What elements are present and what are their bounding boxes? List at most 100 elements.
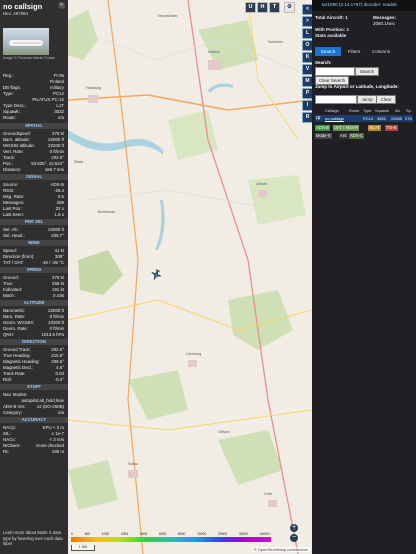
search-label: Search: [315, 60, 332, 65]
with-position: With Position: 1 [315, 27, 349, 32]
map-canvas [68, 0, 312, 554]
zoom-out-button[interactable]: − [290, 534, 298, 542]
close-icon[interactable]: × [58, 2, 65, 9]
info-value: 186 m [51, 449, 64, 454]
settings-icon[interactable]: ⚙ [284, 2, 295, 13]
info-label: Last Seen: [3, 212, 24, 217]
info-row: Rc: 186 m [3, 449, 64, 455]
total-aircraft: Total Aircraft: 1 [315, 15, 348, 20]
aircraft-list-panel: tar1090 (3.14.1767) decoder: readsb Tota… [312, 0, 416, 554]
info-label: Distance: [3, 167, 22, 172]
city-label: Hamburg [86, 86, 101, 90]
plane-wing-image [13, 42, 41, 44]
zoom-in-button[interactable]: + [290, 524, 298, 532]
city-label: Lübeck [208, 50, 220, 54]
col-callsign[interactable]: Callsign [325, 108, 339, 114]
info-row: Route: n/a [3, 115, 64, 121]
info-label: QNH: [3, 332, 14, 337]
table-row[interactable]: 🇫🇮 no callsign PC12 3522 22000 275 [315, 115, 413, 122]
scale-bar: 1 NM [71, 545, 95, 551]
clear-jump-button[interactable]: Clear [376, 95, 396, 104]
search-button[interactable]: Search [355, 67, 379, 76]
col-type[interactable]: Type [363, 108, 371, 114]
section-header: SPATIAL [0, 123, 68, 129]
info-value: 1.6 s [54, 212, 64, 217]
map-button-h[interactable]: H [257, 2, 268, 13]
info-label: Roll: [3, 377, 12, 382]
col-route[interactable]: Route [349, 108, 359, 114]
city-label: Celle [264, 492, 273, 496]
info-row: Last Seen: 1.6 s [3, 212, 64, 218]
info-label: Rc: [3, 449, 10, 454]
city-label: Soltau [128, 462, 139, 466]
hex-id: Hex: 467894 [3, 11, 28, 16]
section-header: FMS SEL [0, 219, 68, 225]
city-label: Schwerin [268, 40, 283, 44]
info-value: n/a [57, 115, 64, 120]
info-row: Category: n/a [3, 410, 64, 416]
info-label: Route: [3, 115, 16, 120]
search-input[interactable] [315, 67, 355, 76]
jump-label: Jump to Airport or Latitude, Longitude: [315, 84, 399, 89]
source-ais: AIS [339, 133, 348, 139]
section-header: ALTITUDE [0, 300, 68, 306]
messages-label: Messages: [373, 15, 397, 20]
city-label: Neumünster [158, 14, 178, 18]
source-uat: UAT / ADS-R [333, 125, 360, 131]
tab-filters[interactable]: Filters [342, 47, 366, 56]
jump-input[interactable] [315, 95, 357, 104]
col-speed[interactable]: Sp. [406, 108, 412, 114]
map-button-t[interactable]: T [269, 2, 280, 13]
aircraft-icon[interactable] [149, 268, 162, 281]
col-altitude[interactable]: Alt. [395, 108, 401, 114]
section-header: ACCURACY [0, 417, 68, 423]
row-type: PC12 [363, 116, 374, 121]
source-modes: Mode-S [315, 133, 332, 139]
aircraft-photo[interactable] [3, 28, 49, 55]
info-label: Sel. Head.: [3, 233, 25, 238]
flag-icon: 🇫🇮 [316, 116, 321, 120]
info-value: -19 / -29 °C [41, 260, 65, 265]
row-callsign[interactable]: no callsign [325, 115, 344, 122]
message-rate: 2050.1/sec [373, 21, 396, 26]
info-row: TAT / OAT: -19 / -29 °C [3, 260, 64, 266]
info-label: Category: [3, 410, 23, 415]
info-value: 166.7 nmi [44, 167, 64, 172]
city-label: Gifhorn [218, 430, 230, 434]
callsign: no callsign [3, 2, 43, 11]
row-squawk: 3522 [377, 116, 386, 121]
learn-more-text: Learn more about Mode S data type by hov… [3, 530, 63, 546]
info-row: QNH: 1013.6 hPa [3, 332, 64, 338]
version-line[interactable]: tar1090 (3.14.1767) decoder: readsb [322, 2, 397, 7]
toggle-button-bar: < > L O K V M P I R [301, 0, 313, 554]
tab-search[interactable]: Search [315, 47, 341, 56]
section-header: STUFF [0, 384, 68, 390]
section-header: WIND [0, 240, 68, 246]
map-view[interactable]: Lübeck Hamburg Lüneburg Schwerin Stade B… [68, 0, 312, 554]
info-label: TAT / OAT: [3, 260, 24, 265]
aircraft-info-panel: no callsign Hex: 467894 × Image © Floren… [0, 0, 68, 554]
info-value: -0.4° [54, 377, 64, 382]
col-squawk[interactable]: Squawk [375, 108, 389, 114]
photo-credit: Image © Florencio Martin Rodan [3, 56, 55, 60]
city-label: Lüneburg [186, 352, 202, 356]
info-row: Roll: -0.4° [3, 377, 64, 383]
info-row: Sel. Head.: 206.7° [3, 233, 64, 239]
city-label: Uelzen [256, 182, 268, 186]
section-header: SIGNAL [0, 174, 68, 180]
version-bar: tar1090 (3.14.1767) decoder: readsb [312, 0, 416, 11]
info-value: 1013.6 hPa [41, 332, 64, 337]
info-value: n/a [57, 410, 64, 415]
source-mlat: MLAT [368, 125, 381, 131]
tab-columns[interactable]: Columns [367, 47, 395, 56]
stats-available-link[interactable]: Stats available [315, 33, 346, 38]
panel-tabs: Search Filters Columns [315, 47, 413, 56]
source-adsc: ADS-C [349, 133, 365, 139]
jump-button[interactable]: Jump [357, 95, 377, 104]
city-label: Buxtehude [98, 210, 116, 214]
info-value: 0.436 [53, 293, 64, 298]
info-row: Mach: 0.436 [3, 293, 64, 299]
city-label: Stade [74, 160, 84, 164]
info-label: Mach: [3, 293, 15, 298]
map-button-u[interactable]: U [245, 2, 256, 13]
